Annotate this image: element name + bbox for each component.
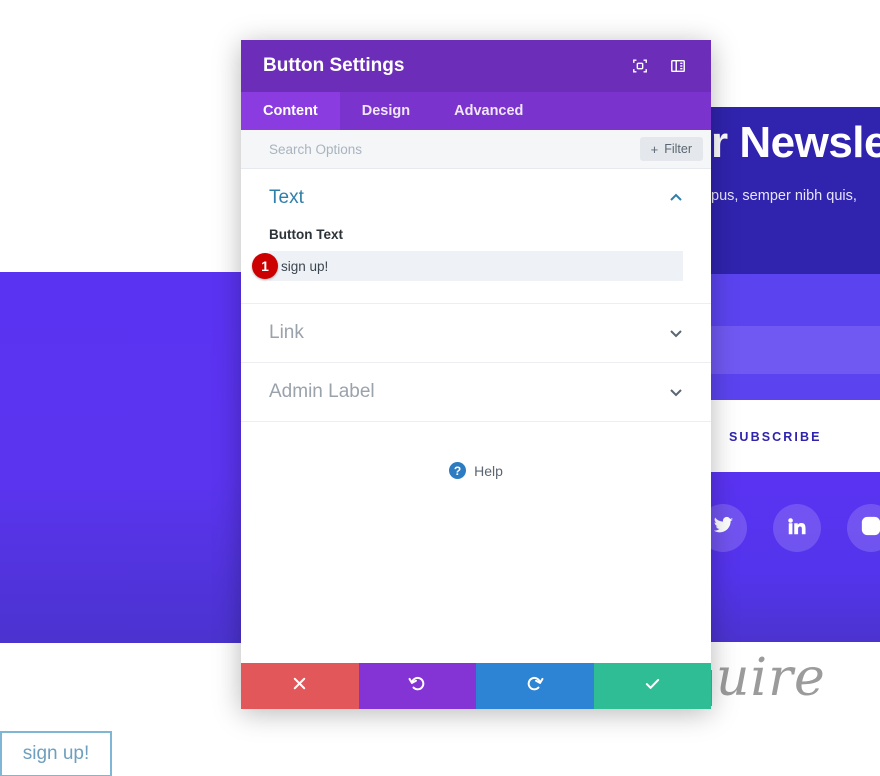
background-signup-label: sign up! [22,743,90,764]
chevron-down-icon [669,326,683,340]
background-linkedin-button[interactable] [773,504,821,552]
help-link[interactable]: ? Help [241,462,711,479]
background-newsletter-title: r Newsle [711,118,880,167]
twitter-icon [712,515,734,542]
background-newsletter-subtitle: pus, semper nibh quis, [711,188,857,204]
screen-root: r Newsle pus, semper nibh quis, SUBSCRIB… [0,0,880,776]
background-subscribe-label: SUBSCRIBE [729,430,822,444]
tab-content[interactable]: Content [241,92,340,130]
modal-header: Button Settings [241,40,711,92]
background-signup-button[interactable]: sign up! [0,731,112,776]
search-bar: + Filter [241,130,711,169]
section-link: Link [241,304,711,363]
check-icon [643,674,662,698]
modal-header-actions [629,55,689,77]
undo-icon [408,674,427,698]
redo-button[interactable] [476,663,594,709]
section-text-title: Text [269,187,304,208]
plus-icon: + [650,141,659,157]
section-text: Text Button Text [241,169,711,304]
section-link-title: Link [269,322,304,343]
tab-advanced[interactable]: Advanced [432,92,545,130]
modal-title: Button Settings [263,55,405,76]
modal-body: Text Button Text Link [241,169,711,663]
tab-content-label: Content [263,103,318,119]
section-link-header[interactable]: Link [269,304,683,362]
help-icon: ? [449,462,467,479]
focus-target-icon[interactable] [629,55,651,77]
modal-footer [241,663,711,709]
section-text-header[interactable]: Text [269,169,683,227]
step-annotation-badge: 1 [252,253,278,279]
button-text-field-wrap: Button Text [269,227,683,303]
filter-button-label: Filter [664,142,692,156]
instagram-icon [860,515,880,542]
background-form-field-2[interactable] [711,326,880,374]
background-left-panel [0,272,241,643]
save-button[interactable] [593,663,711,709]
modal-tabs: Content Design Advanced [241,92,711,130]
section-admin-label: Admin Label [241,363,711,422]
chevron-up-icon [669,191,683,205]
help-label: Help [474,462,503,479]
layout-panel-icon[interactable] [667,55,689,77]
redo-icon [525,674,544,698]
button-settings-modal: Button Settings Content Design Advanced … [241,40,711,709]
filter-button[interactable]: + Filter [639,137,703,161]
tab-design-label: Design [361,103,411,119]
chevron-down-icon [669,385,683,399]
background-script-logo: uire [716,648,826,708]
button-text-label: Button Text [269,227,343,242]
cancel-button[interactable] [241,663,359,709]
background-form-field-1[interactable] [711,274,880,326]
close-icon [290,674,309,698]
linkedin-icon [786,515,808,542]
section-admin-label-header[interactable]: Admin Label [269,363,683,421]
background-subscribe-button[interactable]: SUBSCRIBE [711,414,880,460]
undo-button[interactable] [358,663,476,709]
background-social-strip [711,472,880,642]
tab-advanced-label: Advanced [454,103,524,119]
button-text-input[interactable] [269,251,683,281]
background-form-field-3[interactable] [711,374,880,400]
search-input[interactable] [269,141,640,157]
section-admin-label-title: Admin Label [269,381,375,402]
tab-design[interactable]: Design [340,92,432,130]
